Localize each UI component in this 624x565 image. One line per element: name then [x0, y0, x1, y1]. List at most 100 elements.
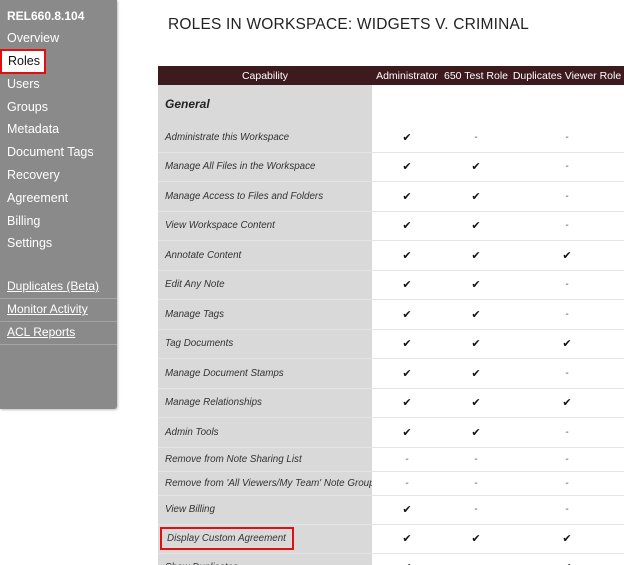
capability-text: Remove from 'All Viewers/My Team' Note G…: [165, 477, 372, 489]
sidebar-item-metadata[interactable]: Metadata: [0, 118, 117, 141]
sidebar-item-settings[interactable]: Settings: [0, 232, 117, 255]
table-row: Manage All Files in the Workspace ✔ ✔ -: [158, 153, 624, 182]
capability-label: Manage All Files in the Workspace: [158, 161, 372, 172]
dash-mark: -: [474, 453, 478, 465]
dash-mark: -: [405, 453, 409, 465]
check-icon: ✔: [562, 533, 572, 545]
capability-label: Manage Access to Files and Folders: [158, 191, 372, 202]
check-icon: ✔: [402, 533, 412, 545]
check-icon: ✔: [402, 338, 412, 351]
dash-mark: -: [565, 279, 569, 291]
sidebar-item-users[interactable]: Users: [0, 73, 117, 96]
capability-text: Administrate this Workspace: [165, 131, 290, 143]
capability-label: Manage Tags: [158, 309, 372, 320]
capability-label: Manage Relationships: [158, 397, 372, 408]
capability-label: Manage Document Stamps: [158, 368, 372, 379]
capability-label: Tag Documents: [158, 338, 372, 349]
check-icon: ✔: [402, 131, 412, 144]
sidebar-item-agreement[interactable]: Agreement: [0, 187, 117, 210]
sidebar-item-recovery[interactable]: Recovery: [0, 164, 117, 187]
check-icon: ✔: [471, 397, 481, 410]
check-icon: ✔: [402, 367, 412, 380]
check-icon: ✔: [402, 504, 412, 516]
table-row: Tag Documents ✔ ✔ ✔: [158, 330, 624, 359]
check-icon: ✔: [402, 161, 412, 174]
sidebar-link-duplicates[interactable]: Duplicates (Beta): [0, 276, 117, 299]
header-650-test-role[interactable]: 650 Test Role: [442, 70, 510, 82]
sidebar-item-groups[interactable]: Groups: [0, 96, 117, 119]
roles-table: Capability Administrator 650 Test Role D…: [158, 66, 624, 565]
table-row: Manage Relationships ✔ ✔ ✔: [158, 389, 624, 418]
dash-mark: -: [565, 367, 569, 379]
capability-label: Administrate this Workspace: [158, 132, 372, 143]
header-capability: Capability: [241, 69, 289, 82]
check-icon: ✔: [471, 220, 481, 233]
dash-mark: -: [405, 477, 409, 489]
sidebar-item-overview[interactable]: Overview: [0, 27, 117, 50]
dash-mark: -: [474, 477, 478, 489]
dash-mark: -: [565, 131, 569, 143]
highlighted-capability-text: Display Custom Agreement: [160, 527, 294, 550]
sidebar-link-acl-reports[interactable]: ACL Reports: [0, 322, 117, 345]
table-row: Manage Access to Files and Folders ✔ ✔ -: [158, 182, 624, 212]
sidebar-item-document-tags[interactable]: Document Tags: [0, 141, 117, 164]
capability-text: Remove from Note Sharing List: [165, 453, 302, 465]
capability-text: Manage Document Stamps: [165, 367, 284, 379]
capability-text: Manage Relationships: [165, 397, 262, 409]
check-icon: ✔: [471, 279, 481, 292]
section-label: General: [165, 97, 210, 111]
check-icon: ✔: [402, 308, 412, 321]
check-icon: ✔: [471, 367, 481, 380]
sidebar-link-monitor-activity[interactable]: Monitor Activity: [0, 299, 117, 322]
capability-label: View Workspace Content: [158, 220, 372, 231]
table-row: Manage Document Stamps ✔ ✔ -: [158, 359, 624, 389]
check-icon: ✔: [402, 220, 412, 233]
table-body: General Administrate this Workspace ✔ - - Ma…: [158, 85, 624, 565]
dash-mark: -: [565, 453, 569, 465]
table-row: Show Duplicates✔-✔: [158, 554, 624, 565]
dash-mark: -: [474, 131, 478, 143]
dash-mark: -: [565, 477, 569, 489]
sidebar-nav: Overview Roles Users Groups Metadata Doc…: [0, 27, 117, 255]
sidebar-item-billing[interactable]: Billing: [0, 210, 117, 233]
capability-text: Tag Documents: [165, 338, 234, 350]
header-administrator[interactable]: Administrator: [372, 70, 442, 82]
check-icon: ✔: [402, 279, 412, 292]
check-icon: ✔: [471, 426, 481, 439]
table-row: Annotate Content ✔ ✔ ✔: [158, 241, 624, 271]
table-row: Remove from 'All Viewers/My Team' Note G…: [158, 472, 624, 496]
check-icon: ✔: [402, 397, 412, 410]
capability-text: Annotate Content: [165, 249, 242, 261]
sidebar-item-roles[interactable]: Roles: [0, 48, 46, 74]
capability-label: Annotate Content: [158, 250, 372, 261]
capability-text: Manage Access to Files and Folders: [165, 190, 324, 202]
capability-label: Display Custom Agreement: [158, 527, 372, 550]
capability-label: Admin Tools: [158, 427, 372, 438]
check-icon: ✔: [402, 190, 412, 203]
check-icon: ✔: [471, 161, 481, 174]
table-row: Display Custom Agreement ✔ ✔ ✔: [158, 525, 624, 554]
check-icon: ✔: [372, 561, 442, 565]
version-label: REL660.8.104: [7, 9, 85, 23]
sidebar-links: Duplicates (Beta) Monitor Activity ACL R…: [0, 276, 117, 345]
check-icon: ✔: [562, 249, 572, 262]
table-row: View Billing ✔ - -: [158, 496, 624, 525]
dash-mark: -: [565, 308, 569, 320]
check-icon: ✔: [562, 338, 572, 351]
table-row: Administrate this Workspace ✔ - -: [158, 123, 624, 153]
check-icon: ✔: [510, 561, 624, 565]
table-header: Capability Administrator 650 Test Role D…: [158, 66, 624, 85]
capability-text: View Workspace Content: [165, 220, 275, 232]
capability-label: Remove from 'All Viewers/My Team' Note G…: [158, 478, 372, 489]
dash-mark: -: [565, 190, 569, 202]
header-duplicates-viewer-role[interactable]: Duplicates Viewer Role: [510, 70, 624, 82]
table-row: View Workspace Content ✔ ✔ -: [158, 212, 624, 241]
check-icon: ✔: [562, 397, 572, 410]
dash-mark: -: [565, 504, 569, 515]
table-row: Manage Tags ✔ ✔ -: [158, 300, 624, 330]
capability-label: Remove from Note Sharing List: [158, 454, 372, 465]
capability-text: Edit Any Note: [165, 279, 225, 291]
check-icon: ✔: [402, 249, 412, 262]
check-icon: ✔: [471, 249, 481, 262]
section-row: General: [158, 85, 624, 123]
